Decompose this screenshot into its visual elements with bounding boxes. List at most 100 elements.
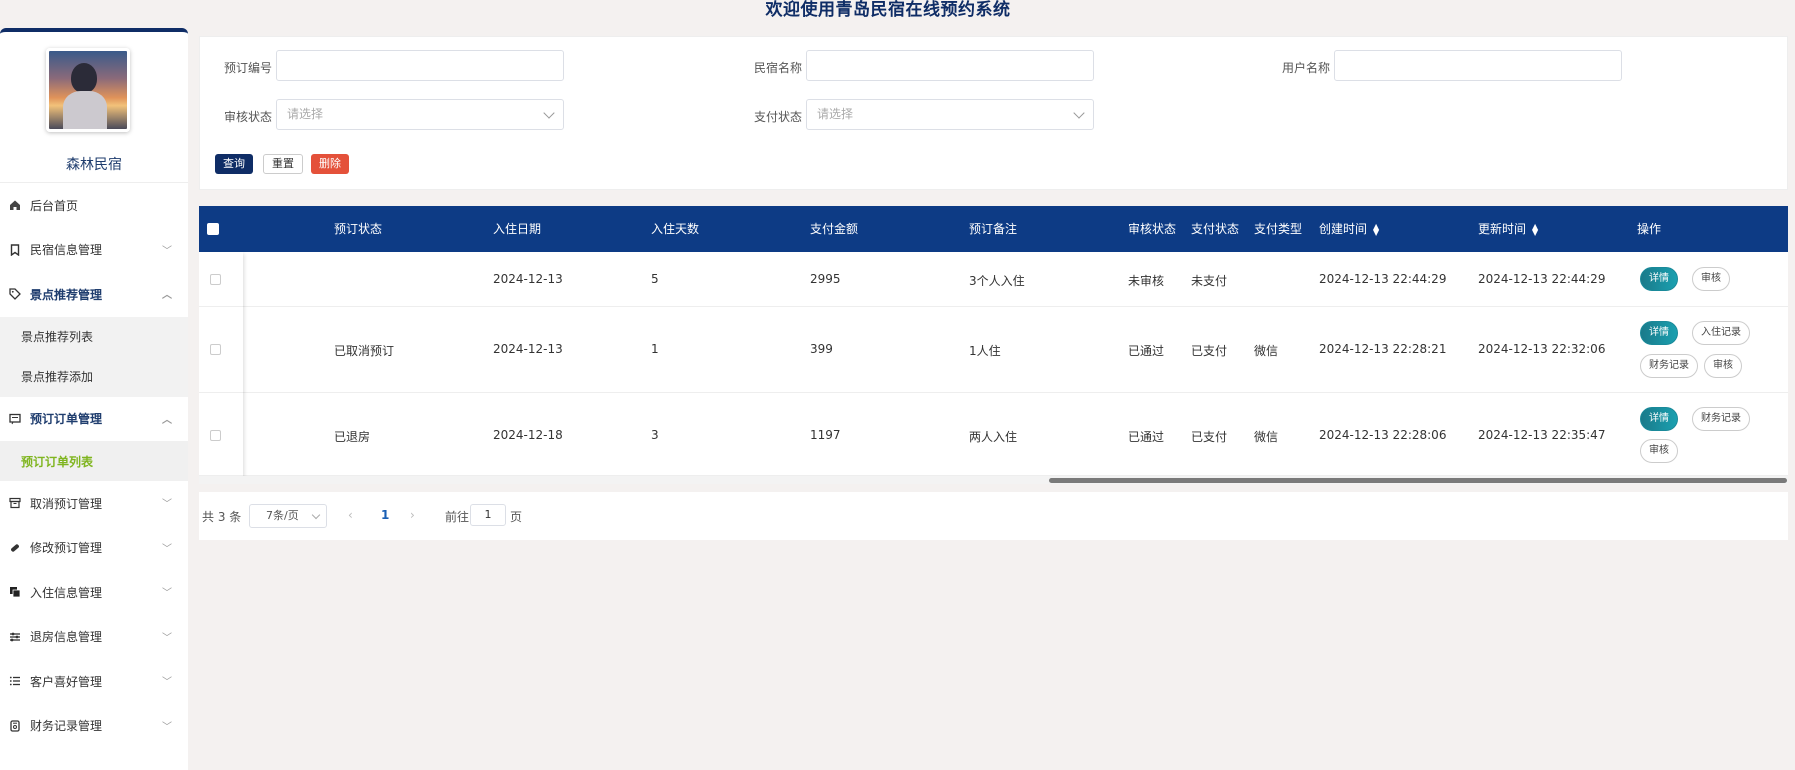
- paperclip-icon: [8, 541, 22, 555]
- cell-updated: 2024-12-13 22:32:06: [1478, 342, 1606, 356]
- header-remark: 预订备注: [969, 222, 1018, 236]
- detail-button[interactable]: 详情: [1640, 407, 1678, 431]
- audit-button[interactable]: 审核: [1704, 354, 1742, 378]
- header-days: 入住天数: [651, 222, 700, 236]
- audit-button[interactable]: 审核: [1692, 267, 1730, 291]
- header-pay: 支付状态: [1191, 222, 1240, 236]
- chevron-down-icon: ﹀: [162, 632, 172, 644]
- page-number[interactable]: 1: [381, 508, 389, 522]
- page-size-value: 7条/页: [266, 509, 299, 522]
- sidebar-item-cancel[interactable]: 取消预订管理 ﹀: [0, 481, 188, 526]
- header-created-label: 创建时间: [1319, 222, 1368, 236]
- sidebar-subitem-scenic-add[interactable]: 景点推荐添加: [0, 356, 188, 397]
- delete-button[interactable]: 删除: [311, 154, 349, 174]
- header-paytype: 支付类型: [1254, 222, 1303, 236]
- sidebar-item-label: 取消预订管理: [30, 496, 103, 511]
- cell-remark: 3个人入住: [969, 274, 1025, 288]
- cell-checkin: 2024-12-13: [493, 272, 563, 286]
- chevron-down-icon: ﹀: [162, 543, 172, 555]
- sidebar-item-finance[interactable]: 财务记录管理 ﹀: [0, 704, 188, 749]
- total-count: 共 3 条: [202, 510, 242, 524]
- tag-icon: [8, 287, 22, 301]
- header-status: 预订状态: [334, 222, 383, 236]
- cell-updated: 2024-12-13 22:44:29: [1478, 272, 1606, 286]
- audit-status-select[interactable]: 请选择: [276, 99, 564, 130]
- sidebar-subitem-scenic-list[interactable]: 景点推荐列表: [0, 316, 188, 357]
- chevron-down-icon: [543, 107, 555, 119]
- cell-amount: 399: [810, 342, 833, 356]
- select-all-checkbox[interactable]: [207, 223, 219, 235]
- chevron-down-icon: [311, 510, 321, 520]
- sort-icon[interactable]: ▲ ▼: [1532, 222, 1538, 236]
- order-no-label: 预订编号: [223, 61, 272, 75]
- scrollbar-thumb[interactable]: [1049, 478, 1787, 483]
- order-no-input[interactable]: [276, 50, 564, 81]
- header-amount: 支付金额: [810, 222, 859, 236]
- goto-page-input[interactable]: 1: [470, 504, 506, 526]
- reset-button[interactable]: 重置: [263, 154, 303, 174]
- chevron-down-icon: ﹀: [162, 677, 172, 688]
- select-placeholder: 请选择: [817, 107, 854, 121]
- cell-status: 已退房: [334, 430, 371, 444]
- sidebar-item-label: 民宿信息管理: [30, 243, 103, 258]
- header-created[interactable]: 创建时间 ▲ ▼: [1319, 206, 1379, 252]
- sidebar-item-label: 预订订单管理: [30, 412, 103, 427]
- search-form: 预订编号 民宿名称 用户名称 审核状态 请选择 支付状态 请选择 查询 重置 删…: [199, 36, 1788, 190]
- wallet-icon: [8, 719, 22, 733]
- row-checkbox[interactable]: [210, 344, 221, 355]
- pagination: 共 3 条 7条/页 ‹ 1 › 前往 1 页: [199, 492, 1788, 540]
- next-page-button[interactable]: ›: [410, 508, 415, 522]
- pay-status-select[interactable]: 请选择: [806, 99, 1094, 130]
- checkin-record-button[interactable]: 入住记录: [1692, 321, 1750, 345]
- cell-days: 1: [651, 342, 659, 356]
- sidebar-item-label: 修改预订管理: [30, 541, 103, 556]
- page-size-select[interactable]: 7条/页: [249, 504, 327, 528]
- header-audit: 审核状态: [1128, 222, 1177, 236]
- row-checkbox[interactable]: [210, 274, 221, 285]
- sidebar-subitem-order-list[interactable]: 预订订单列表: [0, 441, 188, 481]
- select-placeholder: 请选择: [287, 107, 324, 121]
- homestay-name-input[interactable]: [806, 50, 1094, 81]
- sidebar-item-preference[interactable]: 客户喜好管理 ﹀: [0, 659, 188, 704]
- homestay-label: 民宿名称: [753, 61, 802, 75]
- sidebar-item-label: 退房信息管理: [30, 630, 103, 645]
- table-row: 2024-12-13 5 2995 3个人入住 未审核 未支付 2024-12-…: [199, 252, 1788, 307]
- cell-created: 2024-12-13 22:28:06: [1319, 428, 1447, 442]
- username-input[interactable]: [1334, 50, 1622, 81]
- sidebar-item-checkout[interactable]: 退房信息管理 ﹀: [0, 615, 188, 660]
- archive-icon: [8, 496, 22, 510]
- table-row: 已退房 2024-12-18 3 1197 两人入住 已通过 已支付 微信 20…: [199, 393, 1788, 476]
- sidebar-item-modify[interactable]: 修改预订管理 ﹀: [0, 526, 188, 571]
- audit-button[interactable]: 审核: [1640, 439, 1678, 463]
- sidebar-item-orders[interactable]: 预订订单管理 ︿: [0, 397, 188, 442]
- cell-pay: 已支付: [1191, 344, 1228, 358]
- sidebar-item-home[interactable]: 后台首页: [0, 183, 188, 228]
- detail-button[interactable]: 详情: [1640, 267, 1678, 291]
- detail-button[interactable]: 详情: [1640, 321, 1678, 345]
- cell-pay: 未支付: [1191, 274, 1228, 288]
- sidebar-item-scenic[interactable]: 景点推荐管理 ︿: [0, 272, 188, 317]
- sidebar-item-label: 财务记录管理: [30, 719, 103, 734]
- cell-audit: 已通过: [1128, 344, 1165, 358]
- sidebar-item-homestay[interactable]: 民宿信息管理 ﹀: [0, 228, 188, 273]
- chevron-down-icon: [1073, 107, 1085, 119]
- finance-record-button[interactable]: 财务记录: [1692, 407, 1750, 431]
- row-checkbox[interactable]: [210, 430, 221, 441]
- page-unit-label: 页: [510, 510, 523, 524]
- chevron-up-icon: ︿: [162, 290, 172, 301]
- sort-icon[interactable]: ▲ ▼: [1373, 222, 1379, 236]
- avatar[interactable]: [46, 48, 130, 132]
- header-updated[interactable]: 更新时间 ▲ ▼: [1478, 206, 1538, 252]
- sidebar-item-checkin[interactable]: 入住信息管理 ﹀: [0, 570, 188, 615]
- sliders-icon: [8, 630, 22, 644]
- cell-amount: 1197: [810, 428, 841, 442]
- username-label: 用户名称: [1281, 61, 1330, 75]
- cell-created: 2024-12-13 22:44:29: [1319, 272, 1447, 286]
- query-button[interactable]: 查询: [215, 154, 253, 174]
- prev-page-button[interactable]: ‹: [348, 508, 353, 522]
- header-updated-label: 更新时间: [1478, 222, 1527, 236]
- cell-audit: 未审核: [1128, 274, 1165, 288]
- cell-paytype: 微信: [1254, 430, 1279, 444]
- finance-record-button[interactable]: 财务记录: [1640, 354, 1698, 378]
- sidebar-menu: 后台首页 民宿信息管理 ﹀ 景点推荐管理 ︿ 景点推荐列表 景点推荐添加 预订订…: [0, 182, 188, 748]
